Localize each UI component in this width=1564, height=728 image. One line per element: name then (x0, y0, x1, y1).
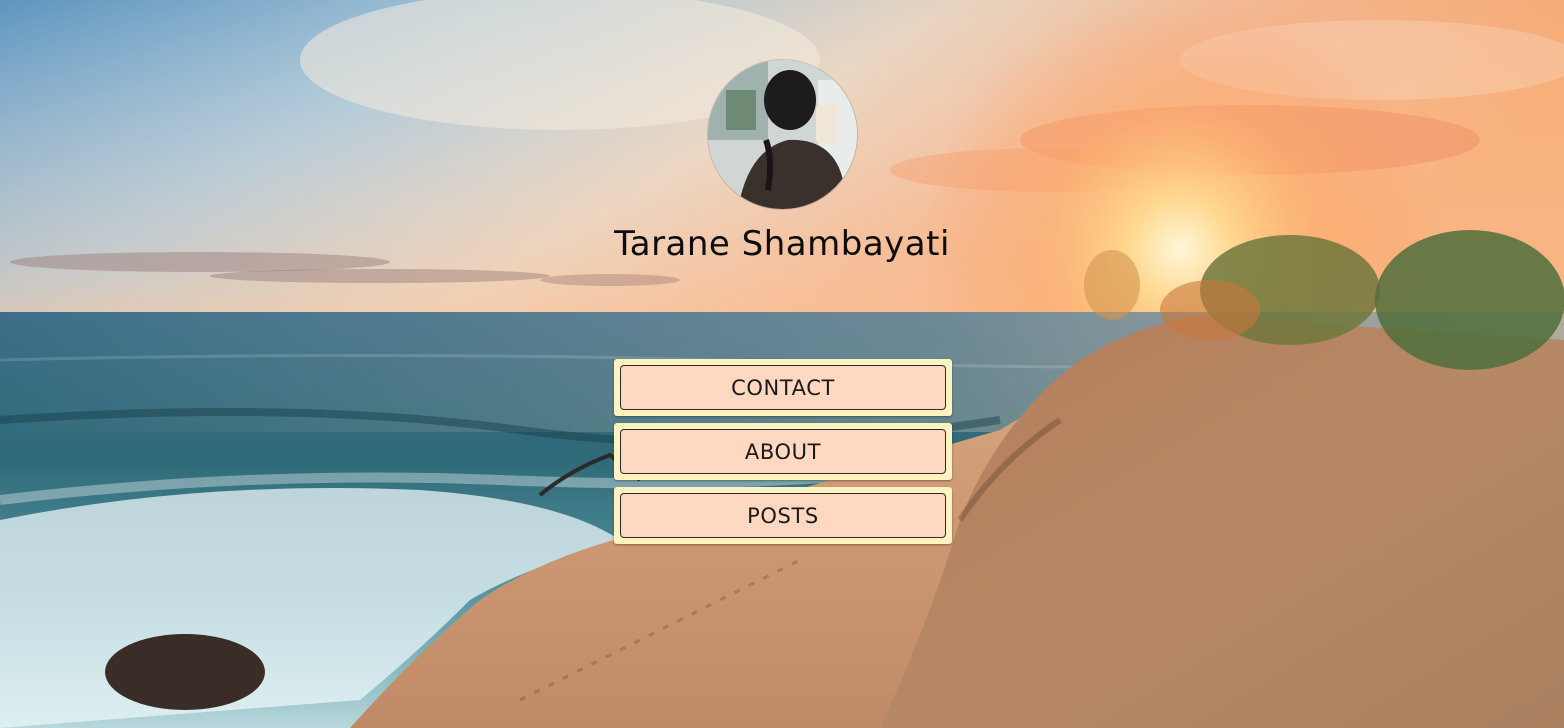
main-nav: CONTACT ABOUT POSTS (614, 359, 952, 551)
posts-button-label: POSTS (620, 493, 946, 538)
avatar (708, 60, 857, 209)
profile-name: Tarane Shambayati (614, 224, 950, 264)
contact-button-label: CONTACT (620, 365, 946, 410)
about-button-label: ABOUT (620, 429, 946, 474)
about-button[interactable]: ABOUT (614, 423, 952, 480)
contact-button[interactable]: CONTACT (614, 359, 952, 416)
posts-button[interactable]: POSTS (614, 487, 952, 544)
